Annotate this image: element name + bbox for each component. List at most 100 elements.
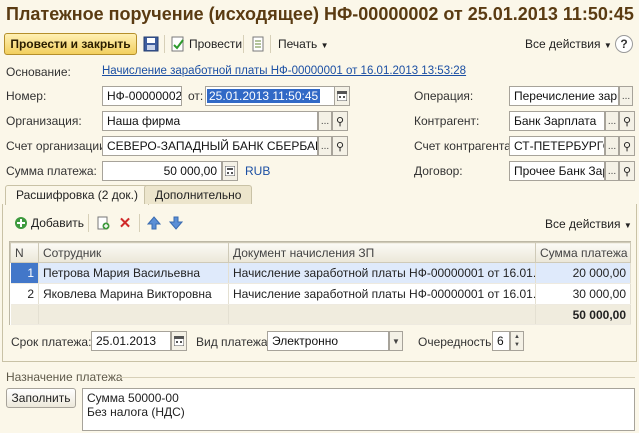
- contract-search-button[interactable]: ⚲: [619, 161, 635, 181]
- org-search-button[interactable]: ⚲: [332, 111, 348, 131]
- currency-link[interactable]: RUB: [245, 164, 270, 178]
- row-employee: Петрова Мария Васильевна: [38, 262, 229, 284]
- column-header-document[interactable]: Документ начисления ЗП: [228, 242, 536, 263]
- column-header-employee[interactable]: Сотрудник: [38, 242, 229, 263]
- table-row[interactable]: 2 Яковлева Марина Викторовна Начисление …: [10, 283, 631, 305]
- pay-type-field[interactable]: Электронно: [267, 331, 389, 351]
- add-icon: [15, 217, 27, 229]
- contract-field[interactable]: Прочее Банк Зарг: [509, 161, 605, 181]
- purpose-group-title: Назначение платежа: [6, 370, 123, 384]
- operation-field[interactable]: Перечисление зарпл: [509, 86, 619, 106]
- pay-type-dropdown-button[interactable]: ▼: [389, 331, 403, 351]
- amount-label: Сумма платежа:: [6, 164, 97, 178]
- date-field[interactable]: 25.01.2013 11:50:45: [205, 86, 335, 106]
- help-icon[interactable]: ?: [615, 35, 633, 53]
- tab-breakdown[interactable]: Расшифровка (2 док.): [5, 185, 149, 205]
- post-and-close-button[interactable]: Провести и закрыть: [4, 33, 137, 55]
- print-label: Печать: [278, 37, 318, 51]
- cp-account-search-button[interactable]: ⚲: [619, 136, 635, 156]
- calendar-icon: [174, 336, 184, 346]
- column-header-amount[interactable]: Сумма платежа: [535, 242, 631, 263]
- amount-field[interactable]: 50 000,00: [102, 161, 222, 181]
- row-employee: Яковлева Марина Викторовна: [38, 283, 229, 305]
- pay-type-label: Вид платежа:: [196, 335, 271, 349]
- purpose-line-1: Сумма 50000-00: [87, 391, 179, 405]
- row-amount: 30 000,00: [535, 283, 631, 305]
- row-amount: 20 000,00: [535, 262, 631, 284]
- priority-stepper[interactable]: ▲ ▼: [510, 331, 524, 351]
- calendar-icon: [337, 91, 347, 101]
- org-account-search-button[interactable]: ⚲: [332, 136, 348, 156]
- search-icon: ⚲: [335, 140, 345, 153]
- basis-label: Основание:: [6, 65, 71, 79]
- term-field[interactable]: 25.01.2013: [91, 331, 171, 351]
- cp-account-label: Счет контрагента:: [414, 139, 515, 153]
- counterparty-field[interactable]: Банк Зарплата: [509, 111, 605, 131]
- date-value: 25.01.2013 11:50:45: [207, 89, 321, 103]
- breakdown-table: N Сотрудник Документ начисления ЗП Сумма…: [10, 242, 631, 325]
- org-field[interactable]: Наша фирма: [102, 111, 318, 131]
- term-label: Срок платежа:: [11, 335, 92, 349]
- cp-account-select-button[interactable]: ...: [605, 136, 619, 156]
- arrow-up-icon[interactable]: [146, 215, 162, 231]
- delete-icon[interactable]: ✕: [117, 215, 133, 232]
- print-menu[interactable]: Печать ▼: [278, 37, 329, 51]
- row-document: Начисление заработной платы НФ-00000001 …: [228, 262, 536, 284]
- column-header-n[interactable]: N: [10, 242, 39, 263]
- copy-row-icon[interactable]: [95, 215, 111, 231]
- print-doc-icon[interactable]: [250, 36, 266, 52]
- date-label: от:: [188, 89, 204, 103]
- priority-field[interactable]: 6: [492, 331, 510, 351]
- calendar-button[interactable]: [334, 86, 350, 106]
- all-actions-menu[interactable]: Все действия ▼: [525, 37, 612, 51]
- basis-link[interactable]: Начисление заработной платы НФ-00000001 …: [102, 65, 466, 77]
- row-document: Начисление заработной платы НФ-00000001 …: [228, 283, 536, 305]
- row-number: 2: [10, 283, 39, 305]
- chevron-down-icon: ▼: [392, 336, 400, 346]
- table-all-actions-label: Все действия: [545, 217, 621, 231]
- chevron-down-icon: ▼: [603, 41, 612, 50]
- all-actions-label: Все действия: [525, 37, 601, 51]
- org-label: Организация:: [6, 114, 82, 128]
- search-icon: ⚲: [622, 140, 632, 153]
- org-account-label: Счет организации:: [6, 139, 110, 153]
- contract-select-button[interactable]: ...: [605, 161, 619, 181]
- fill-button[interactable]: Заполнить: [6, 388, 76, 408]
- search-icon: ⚲: [622, 165, 632, 178]
- tab-additional[interactable]: Дополнительно: [144, 185, 253, 204]
- counterparty-label: Контрагент:: [414, 114, 480, 128]
- cp-account-field[interactable]: СТ-ПЕТЕРБУРГСІ: [509, 136, 605, 156]
- chevron-down-icon: ▼: [320, 41, 329, 50]
- operation-select-button[interactable]: ...: [619, 86, 633, 106]
- calculator-icon: [225, 166, 235, 176]
- table-all-actions-menu[interactable]: Все действия ▼: [545, 217, 632, 231]
- contract-label: Договор:: [414, 164, 463, 178]
- purpose-divider: [120, 377, 635, 378]
- org-select-button[interactable]: ...: [318, 111, 332, 131]
- chevron-down-icon: ▼: [623, 221, 632, 230]
- breakdown-table-container: N Сотрудник Документ начисления ЗП Сумма…: [9, 241, 631, 325]
- number-field[interactable]: НФ-00000002: [102, 86, 182, 106]
- priority-label: Очередность:: [418, 335, 495, 349]
- purpose-line-2: Без налога (НДС): [87, 405, 185, 419]
- term-calendar-button[interactable]: [171, 331, 187, 351]
- arrow-down-icon[interactable]: [168, 215, 184, 231]
- org-account-field[interactable]: СЕВЕРО-ЗАПАДНЫЙ БАНК СБЕРБАНКА: [102, 136, 318, 156]
- operation-label: Операция:: [414, 89, 474, 103]
- table-row[interactable]: 1 Петрова Мария Васильевна Начисление за…: [10, 262, 631, 284]
- post-icon[interactable]: [170, 36, 186, 52]
- counterparty-search-button[interactable]: ⚲: [619, 111, 635, 131]
- post-button[interactable]: Провести: [189, 37, 242, 51]
- search-icon: ⚲: [622, 115, 632, 128]
- row-number: 1: [10, 262, 39, 284]
- add-row-button[interactable]: Добавить: [14, 216, 84, 230]
- add-label: Добавить: [31, 216, 85, 230]
- window-title: Платежное поручение (исходящее) НФ-00000…: [6, 4, 634, 24]
- calculator-button[interactable]: [222, 161, 238, 181]
- number-label: Номер:: [6, 89, 47, 103]
- counterparty-select-button[interactable]: ...: [605, 111, 619, 131]
- org-account-select-button[interactable]: ...: [318, 136, 332, 156]
- purpose-textarea[interactable]: Сумма 50000-00 Без налога (НДС): [82, 388, 635, 431]
- table-total-row: 50 000,00: [10, 304, 631, 325]
- save-icon[interactable]: [143, 36, 159, 52]
